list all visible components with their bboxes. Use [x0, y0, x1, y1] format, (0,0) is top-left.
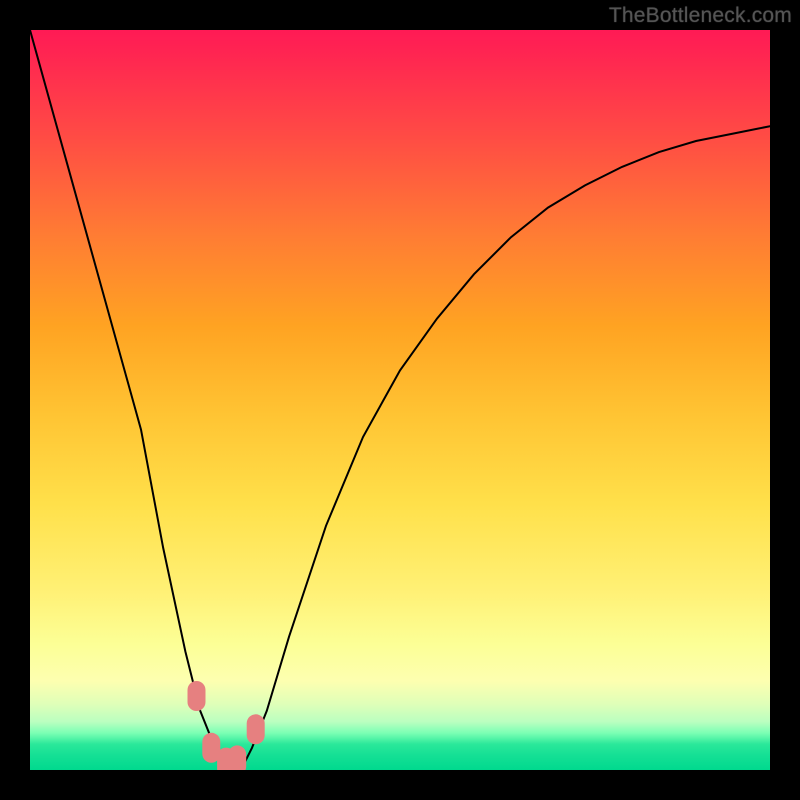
chart-frame: TheBottleneck.com — [0, 0, 800, 800]
marker-dot — [188, 681, 206, 711]
marker-dot — [247, 714, 265, 744]
sweet-spot-markers — [188, 681, 265, 770]
bottleneck-curve — [30, 30, 770, 763]
watermark-text: TheBottleneck.com — [609, 4, 792, 28]
marker-dot — [228, 745, 246, 770]
chart-overlay — [30, 30, 770, 770]
